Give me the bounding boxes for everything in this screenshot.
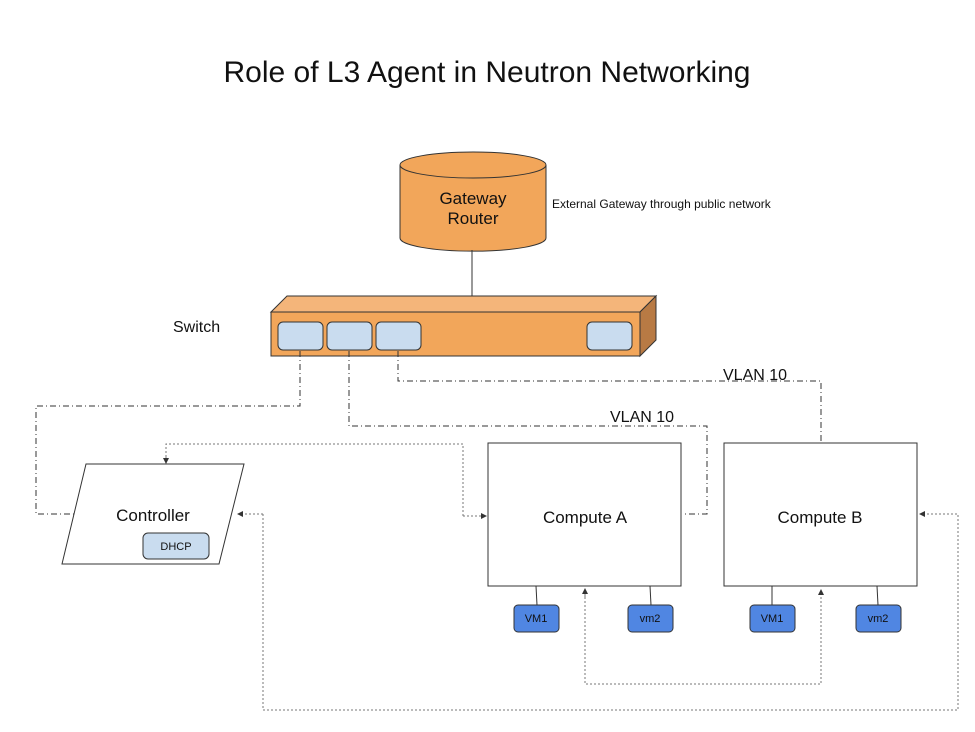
vm-label: VM1 [761, 613, 784, 625]
compute-a-vm2[interactable]: vm2 [627, 604, 674, 633]
compute-a-label: Compute A [543, 508, 628, 527]
gateway-annotation: External Gateway through public network [552, 197, 772, 211]
gateway-label-line2: Router [447, 209, 498, 228]
link-compute-a-compute-b [584, 589, 824, 685]
switch-label: Switch [173, 319, 220, 336]
controller-label: Controller [116, 506, 190, 525]
compute-a-node[interactable]: Compute A [487, 442, 682, 587]
vm-label: vm2 [640, 613, 661, 625]
compute-a-vm2-link [649, 585, 652, 606]
link-switch-compute-b [397, 351, 822, 444]
gateway-label-line1: Gateway [439, 189, 507, 208]
controller-node[interactable]: Controller DHCP [61, 463, 245, 565]
switch[interactable] [269, 294, 658, 358]
switch-port-4[interactable] [586, 321, 633, 351]
compute-b-vm2-link [876, 585, 879, 606]
switch-port-2[interactable] [326, 321, 373, 351]
diagram-title: Role of L3 Agent in Neutron Networking [224, 56, 751, 89]
vlan-label-a: VLAN 10 [610, 409, 674, 426]
diagram-canvas: Role of L3 Agent in Neutron Networking G… [35, 56, 959, 711]
compute-a-vm1[interactable]: VM1 [513, 604, 560, 633]
compute-b-node[interactable]: Compute B [723, 442, 918, 587]
vlan-label-b: VLAN 10 [723, 367, 787, 384]
compute-a-vm1-link [535, 585, 538, 606]
dhcp-label: DHCP [160, 541, 191, 553]
switch-port-1[interactable] [277, 321, 324, 351]
switch-port-3[interactable] [375, 321, 422, 351]
compute-b-vm1[interactable]: VM1 [749, 604, 796, 633]
compute-b-vm2[interactable]: vm2 [855, 604, 902, 633]
compute-b-label: Compute B [777, 508, 862, 527]
gateway-router[interactable]: Gateway Router [399, 151, 547, 252]
vm-label: VM1 [525, 613, 548, 625]
vm-label: vm2 [868, 613, 889, 625]
